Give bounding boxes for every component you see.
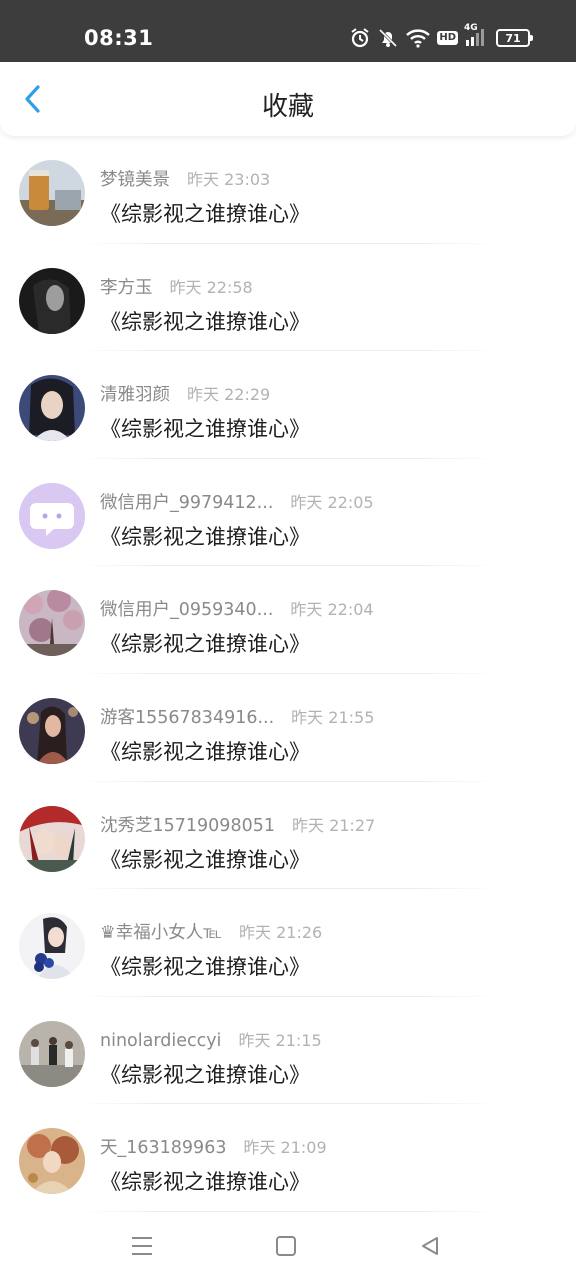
username: 沈秀芝15719098051: [100, 815, 275, 836]
back-triangle-icon[interactable]: [416, 1232, 444, 1260]
avatar[interactable]: [19, 482, 85, 549]
timestamp: 昨天 21:09: [243, 1138, 327, 1158]
favorite-item[interactable]: 李方玉 昨天 22:58 《综影视之谁撩谁心》: [0, 244, 576, 352]
username: 天_163189963: [100, 1138, 227, 1159]
work-title[interactable]: 《综影视之谁撩谁心》: [100, 521, 310, 551]
timestamp: 昨天 21:26: [239, 923, 323, 943]
username: 李方玉: [100, 277, 153, 298]
username: ♛幸福小女人℡: [100, 923, 222, 944]
work-title[interactable]: 《综影视之谁撩谁心》: [100, 1059, 310, 1089]
avatar[interactable]: [19, 267, 85, 334]
favorite-item[interactable]: 游客15567834916... 昨天 21:55 《综影视之谁撩谁心》: [0, 674, 576, 782]
username: 梦镜美景: [100, 170, 170, 190]
avatar[interactable]: [19, 1020, 85, 1087]
timestamp: 昨天 22:04: [290, 600, 374, 620]
timestamp: 昨天 22:58: [169, 277, 253, 297]
signal-4g-icon: 4G: [464, 23, 486, 50]
work-title[interactable]: 《综影视之谁撩谁心》: [100, 198, 310, 228]
work-title[interactable]: 《综影视之谁撩谁心》: [100, 306, 310, 336]
timestamp: 昨天 21:15: [238, 1030, 322, 1050]
avatar[interactable]: [19, 375, 85, 442]
work-title[interactable]: 《综影视之谁撩谁心》: [100, 951, 310, 981]
page-title: 收藏: [261, 92, 314, 122]
avatar[interactable]: [19, 160, 85, 226]
home-square-icon[interactable]: [272, 1232, 300, 1260]
favorite-item[interactable]: 微信用户_9979412... 昨天 22:05 《综影视之谁撩谁心》: [0, 459, 576, 567]
timestamp: 昨天 22:29: [187, 385, 271, 405]
avatar[interactable]: [19, 805, 85, 872]
username: ninolardieccyi: [100, 1030, 222, 1051]
status-bar: 08:31 HD 4G 71: [0, 0, 576, 62]
work-title[interactable]: 《综影视之谁撩谁心》: [100, 413, 310, 443]
system-nav-bar: [0, 1212, 576, 1280]
username: 清雅羽颜: [100, 385, 170, 406]
timestamp: 昨天 21:55: [291, 707, 375, 727]
avatar[interactable]: [19, 1128, 85, 1195]
bell-off-icon: [377, 26, 399, 50]
avatar[interactable]: [19, 697, 85, 764]
avatar[interactable]: [19, 590, 85, 657]
favorite-item[interactable]: 梦镜美景 昨天 23:03 《综影视之谁撩谁心》: [0, 136, 576, 244]
work-title[interactable]: 《综影视之谁撩谁心》: [100, 1166, 310, 1196]
avatar[interactable]: [19, 913, 85, 980]
status-time: 08:31: [84, 26, 154, 50]
header: 收藏: [0, 62, 576, 136]
timestamp: 昨天 22:05: [290, 492, 374, 512]
username: 微信用户_9979412...: [100, 492, 274, 513]
username: 游客15567834916...: [100, 707, 275, 728]
favorite-item[interactable]: 清雅羽颜 昨天 22:29 《综影视之谁撩谁心》: [0, 351, 576, 459]
timestamp: 昨天 21:27: [291, 815, 376, 835]
wifi-icon: [405, 26, 431, 50]
hd-icon: HD: [437, 31, 458, 45]
work-title[interactable]: 《综影视之谁撩谁心》: [100, 736, 310, 766]
favorite-item[interactable]: 沈秀芝15719098051 昨天 21:27 《综影视之谁撩谁心》: [0, 782, 576, 890]
timestamp: 昨天 23:03: [187, 170, 271, 189]
favorite-item[interactable]: ♛幸福小女人℡ 昨天 21:26 《综影视之谁撩谁心》: [0, 889, 576, 997]
work-title[interactable]: 《综影视之谁撩谁心》: [100, 628, 310, 658]
battery-icon: 71: [496, 29, 533, 47]
favorite-item[interactable]: 微信用户_0959340... 昨天 22:04 《综影视之谁撩谁心》: [0, 566, 576, 674]
username: 微信用户_0959340...: [100, 600, 274, 621]
status-icons: HD 4G 71: [349, 23, 533, 50]
favorite-item[interactable]: ninolardieccyi 昨天 21:15 《综影视之谁撩谁心》: [0, 997, 576, 1105]
favorite-item[interactable]: 天_163189963 昨天 21:09 《综影视之谁撩谁心》: [0, 1104, 576, 1212]
favorites-list: 梦镜美景 昨天 23:03 《综影视之谁撩谁心》 李方玉 昨天 22:58 《综…: [0, 136, 576, 1212]
work-title[interactable]: 《综影视之谁撩谁心》: [100, 844, 310, 874]
menu-icon[interactable]: [128, 1232, 156, 1260]
alarm-icon: [349, 26, 371, 50]
